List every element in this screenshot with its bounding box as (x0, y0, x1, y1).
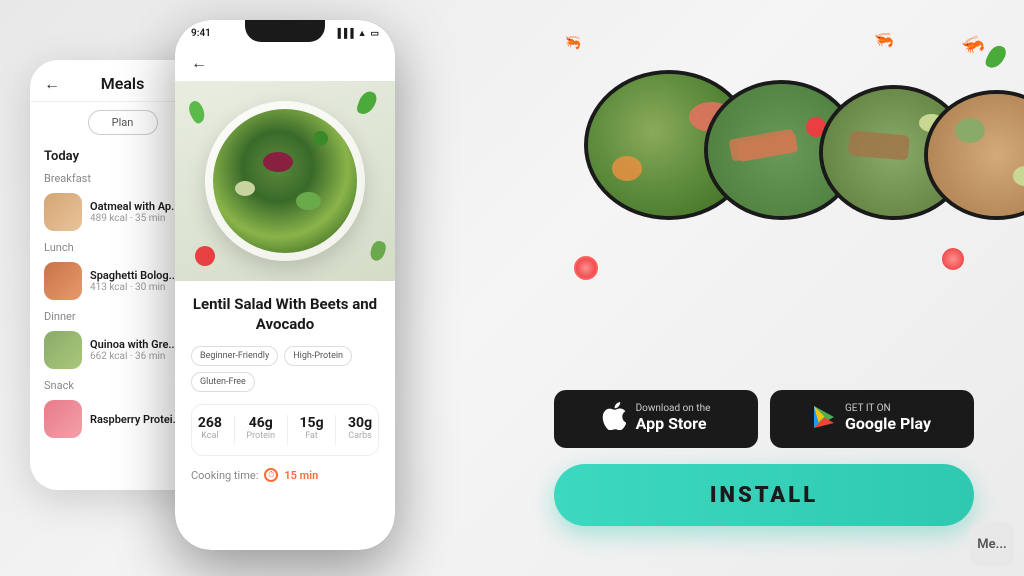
nutrition-protein: 46g Protein (246, 415, 275, 445)
app-store-sub: Download on the (636, 404, 711, 414)
tags-row: Beginner-Friendly High-Protein Gluten-Fr… (191, 346, 379, 392)
recipe-card: Lentil Salad With Beets and Avocado Begi… (175, 281, 395, 496)
google-play-main: Google Play (845, 414, 931, 433)
tomato-decoration (574, 256, 598, 280)
shrimp-icon: 🦐 (959, 32, 987, 59)
battery-icon: ▭ (370, 29, 379, 39)
wifi-icon: ▲ (358, 28, 367, 39)
tag-gluten: Gluten-Free (191, 372, 255, 392)
beet-element (263, 152, 293, 172)
shrimp-icon: 🦐 (874, 30, 894, 49)
leaf-decoration (984, 43, 1009, 72)
me-badge[interactable]: Me... (970, 522, 1014, 566)
nutrition-row: 268 Kcal 46g Protein 15g Fat 30g Carbs (191, 404, 379, 456)
meal-thumbnail (44, 400, 82, 438)
status-icons: ▐▐▐ ▲ ▭ (334, 28, 379, 39)
phone-notch (245, 20, 325, 42)
nutrition-kcal: 268 Kcal (198, 415, 222, 445)
tag-beginner: Beginner-Friendly (191, 346, 278, 366)
shrimp-icon: 🦐 (563, 34, 583, 53)
plates-area: 🦐 🦐 🦐 (544, 30, 1024, 330)
app-store-button[interactable]: Download on the App Store (554, 390, 758, 448)
google-play-sub: GET IT ON (845, 404, 931, 414)
google-play-button[interactable]: GET IT ON Google Play (770, 390, 974, 448)
cta-area: Download on the App Store GET IT ON Goog… (554, 390, 974, 526)
food-image-area (175, 81, 395, 281)
nutrition-fat: 15g Fat (300, 415, 324, 445)
install-label: INSTALL (710, 483, 818, 508)
nutrition-divider (234, 415, 235, 445)
meal-thumbnail (44, 193, 82, 231)
cooking-time-label: Cooking time: (191, 469, 258, 482)
nutrition-divider (335, 415, 336, 445)
app-store-text: Download on the App Store (636, 404, 711, 433)
back-phone-title: Meals (101, 74, 145, 93)
play-icon (813, 405, 835, 433)
store-buttons: Download on the App Store GET IT ON Goog… (554, 390, 974, 448)
avocado-element (296, 192, 321, 210)
google-play-text: GET IT ON Google Play (845, 404, 931, 433)
front-phone-header: ← (175, 43, 395, 81)
nutrition-carbs: 30g Carbs (348, 415, 372, 445)
cooking-time-value: 15 min (284, 469, 318, 482)
floating-leaf (369, 240, 388, 263)
apple-icon (602, 402, 626, 436)
signal-icon: ▐▐▐ (334, 28, 353, 39)
phone-content: ← Lentil Salad With Beets and Avocado Be… (175, 43, 395, 550)
back-arrow-icon: ← (44, 74, 60, 94)
salad-bowl (205, 101, 365, 261)
front-back-arrow-icon[interactable]: ← (191, 53, 207, 73)
install-button[interactable]: INSTALL (554, 464, 974, 526)
plan-button[interactable]: Plan (88, 110, 158, 135)
tomato-decoration (942, 248, 964, 270)
nutrition-divider (287, 415, 288, 445)
clock-icon: ⏱ (264, 468, 278, 482)
app-store-main: App Store (636, 414, 711, 433)
tag-protein: High-Protein (284, 346, 352, 366)
front-phone: 9:41 ▐▐▐ ▲ ▭ ← (175, 20, 395, 550)
floating-leaf (355, 89, 378, 117)
floating-tomato (195, 246, 215, 266)
plate-4 (924, 90, 1024, 220)
meal-thumbnail (44, 331, 82, 369)
status-time: 9:41 (191, 28, 211, 39)
floating-leaf (185, 99, 208, 125)
recipe-title: Lentil Salad With Beets and Avocado (191, 295, 379, 334)
cooking-time: Cooking time: ⏱ 15 min (191, 468, 379, 482)
meal-thumbnail (44, 262, 82, 300)
